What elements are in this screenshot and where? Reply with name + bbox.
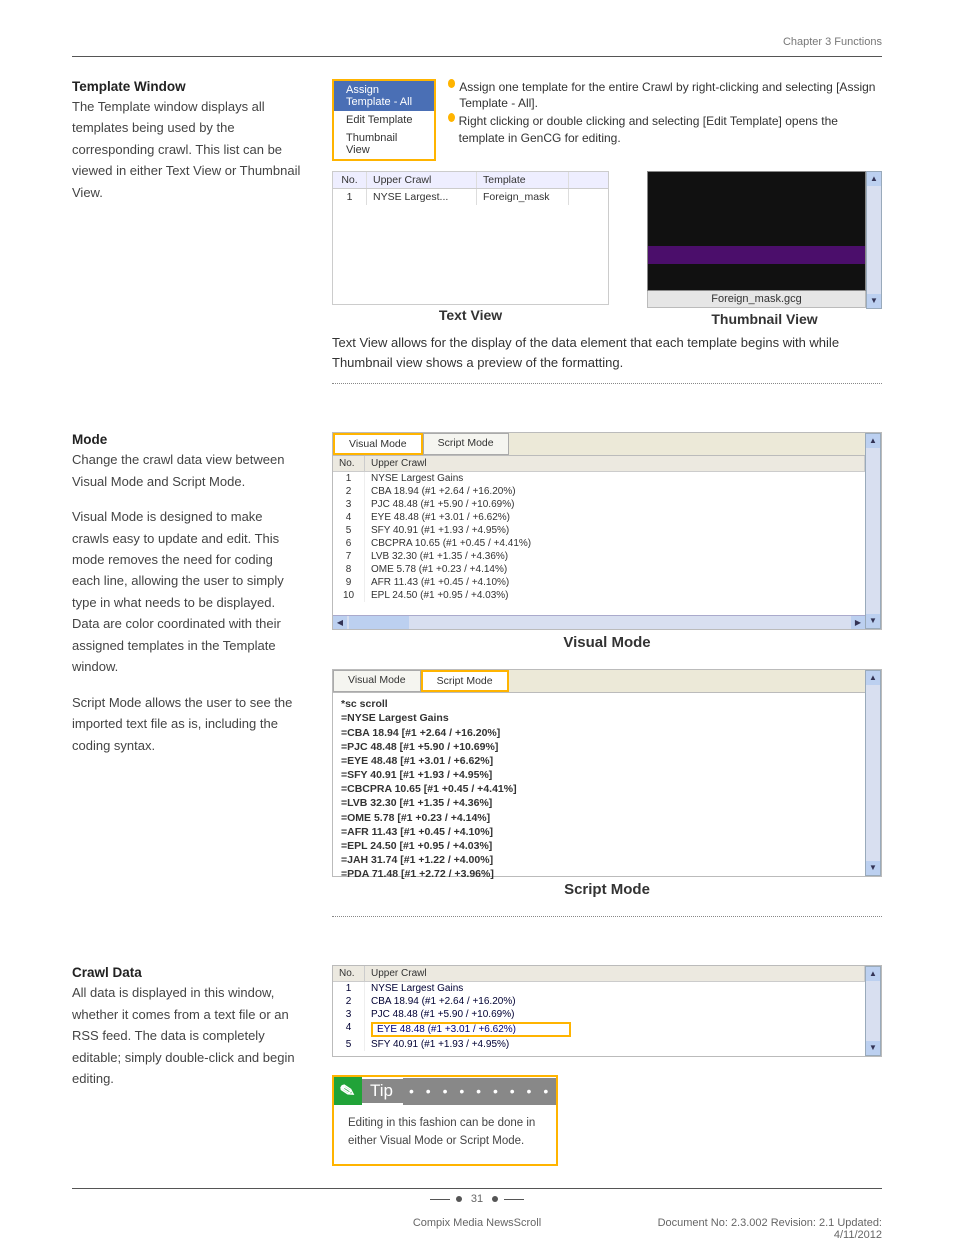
thumbnail-view-caption: Thumbnail View [647, 311, 882, 327]
tip-icon: ✎ [334, 1077, 362, 1105]
tip-body: Editing in this fashion can be done in e… [332, 1105, 558, 1166]
scroll-down-icon[interactable]: ▼ [866, 614, 880, 628]
header-rule [72, 56, 882, 57]
col-no: No. [333, 966, 365, 981]
table-row[interactable]: 6CBCPRA 10.65 (#1 +0.45 / +4.41%) [333, 537, 865, 550]
table-row[interactable]: 1NYSE Largest Gains [333, 472, 865, 485]
scrollbar-vertical[interactable]: ▲ ▼ [865, 670, 881, 876]
table-row[interactable]: 7LVB 32.30 (#1 +1.35 / +4.36%) [333, 550, 865, 563]
table-row[interactable]: 4EYE 48.48 (#1 +3.01 / +6.62%) [333, 511, 865, 524]
inline-edit-field[interactable]: EYE 48.48 (#1 +3.01 / +6.62%) [371, 1022, 571, 1037]
mode-p2: Visual Mode is designed to make crawls e… [72, 506, 302, 678]
tip-callout: ✎ Tip • • • • • • • • • • • • • Editing … [332, 1075, 882, 1166]
callout-dot-icon [448, 113, 455, 122]
scroll-down-icon[interactable]: ▼ [866, 861, 880, 875]
context-menu[interactable]: Assign Template - All Edit Template Thum… [332, 79, 436, 161]
table-row[interactable]: 2CBA 18.94 (#1 +2.64 / +16.20%) [333, 995, 865, 1008]
mode-p1: Change the crawl data view between Visua… [72, 449, 302, 492]
ctx-edit-template[interactable]: Edit Template [334, 111, 434, 129]
scroll-up-icon[interactable]: ▲ [866, 434, 880, 448]
page-number: 31 [471, 1193, 483, 1205]
table-row[interactable]: 9AFR 11.43 (#1 +0.45 / +4.10%) [333, 576, 865, 589]
table-row[interactable]: 1 NYSE Largest... Foreign_mask [333, 189, 608, 205]
scrollbar-vertical[interactable]: ▲ ▼ [865, 966, 881, 1056]
table-row[interactable]: 3PJC 48.48 (#1 +5.90 / +10.69%) [333, 498, 865, 511]
ticker-bar [648, 246, 865, 264]
page-footer: 31 Compix Media NewsScroll Document No: … [72, 1188, 882, 1205]
mode-p3: Script Mode allows the user to see the i… [72, 692, 302, 756]
table-row[interactable]: 5SFY 40.91 (#1 +1.93 / +4.95%) [333, 524, 865, 537]
col-no: No. [333, 456, 365, 471]
scroll-up-icon[interactable]: ▲ [866, 967, 880, 981]
callout-dot-icon [448, 79, 456, 88]
col-upper-crawl: Upper Crawl [365, 966, 865, 981]
col-no: No. [333, 172, 367, 188]
table-row[interactable]: 10EPL 24.50 (#1 +0.95 / +4.03%) [333, 589, 865, 602]
ctx-thumbnail-view[interactable]: Thumbnail View [334, 129, 434, 159]
mode-title: Mode [72, 432, 302, 447]
footer-docinfo: Document No: 2.3.002 Revision: 2.1 Updat… [612, 1205, 882, 1241]
template-window-title: Template Window [72, 79, 302, 94]
scrollbar-vertical[interactable]: ▲ ▼ [865, 433, 881, 629]
context-annotations: Assign one template for the entire Crawl… [448, 79, 882, 148]
table-row[interactable]: 4EYE 48.48 (#1 +3.01 / +6.62%) [333, 1021, 865, 1038]
ctx-assign-template-all[interactable]: Assign Template - All [334, 81, 434, 111]
text-view-table[interactable]: No. Upper Crawl Template 1 NYSE Largest.… [332, 171, 609, 305]
thumbnail-preview[interactable] [647, 171, 866, 291]
crawl-data-grid[interactable]: No. Upper Crawl 1NYSE Largest Gains2CBA … [332, 965, 882, 1057]
template-window-body: The Template window displays all templat… [72, 96, 302, 203]
col-upper-crawl: Upper Crawl [367, 172, 477, 188]
views-description: Text View allows for the display of the … [332, 333, 882, 373]
col-upper-crawl: Upper Crawl [365, 456, 865, 471]
tip-dots-icon: • • • • • • • • • • • • • [403, 1078, 556, 1105]
thumbnail-filename: Foreign_mask.gcg [647, 291, 866, 308]
col-template: Template [477, 172, 569, 188]
scroll-up-icon[interactable]: ▲ [866, 671, 880, 685]
script-mode-panel: Visual Mode Script Mode *sc scroll =NYSE… [332, 669, 882, 877]
tip-label: Tip [362, 1079, 403, 1103]
table-row[interactable]: 1NYSE Largest Gains [333, 982, 865, 995]
crawl-data-title: Crawl Data [72, 965, 302, 980]
tab-visual-mode[interactable]: Visual Mode [333, 670, 421, 692]
scrollbar-vertical[interactable]: ▲ ▼ [866, 171, 882, 309]
footer-product: Compix Media NewsScroll [342, 1205, 612, 1241]
table-row[interactable]: 8OME 5.78 (#1 +0.23 / +4.14%) [333, 563, 865, 576]
visual-mode-caption: Visual Mode [332, 634, 882, 651]
scroll-down-icon[interactable]: ▼ [867, 294, 881, 308]
scroll-right-icon[interactable]: ▶ [851, 616, 865, 629]
scroll-left-icon[interactable]: ◀ [333, 616, 347, 629]
text-view-caption: Text View [332, 307, 609, 323]
scroll-up-icon[interactable]: ▲ [867, 172, 881, 186]
visual-mode-panel: Visual Mode Script Mode No. Upper Crawl … [332, 432, 882, 630]
section-divider [332, 383, 882, 384]
tab-script-mode[interactable]: Script Mode [423, 433, 509, 455]
script-text-area[interactable]: *sc scroll =NYSE Largest Gains =CBA 18.9… [333, 693, 865, 885]
section-divider [332, 916, 882, 917]
table-row[interactable]: 2CBA 18.94 (#1 +2.64 / +16.20%) [333, 485, 865, 498]
tab-visual-mode[interactable]: Visual Mode [333, 433, 423, 455]
table-row[interactable]: 5SFY 40.91 (#1 +1.93 / +4.95%) [333, 1038, 865, 1051]
scroll-down-icon[interactable]: ▼ [866, 1041, 880, 1055]
table-row[interactable]: 3PJC 48.48 (#1 +5.90 / +10.69%) [333, 1008, 865, 1021]
chapter-header: Chapter 3 Functions [72, 36, 882, 56]
tab-script-mode[interactable]: Script Mode [421, 670, 509, 692]
scrollbar-horizontal[interactable]: ◀ ▶ [333, 615, 865, 629]
crawl-data-body: All data is displayed in this window, wh… [72, 982, 302, 1089]
